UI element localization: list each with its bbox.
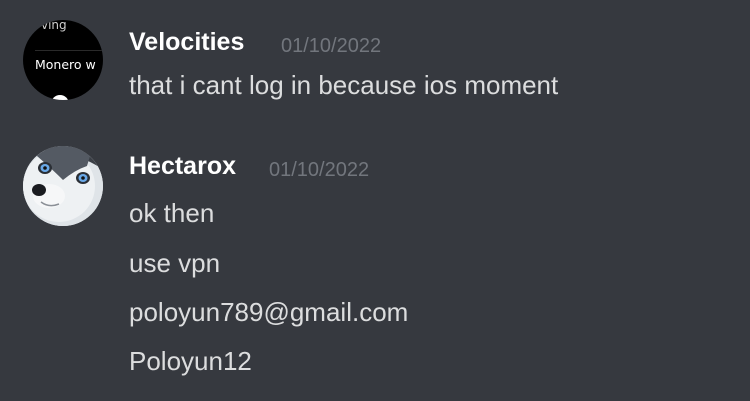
message-text: ok then xyxy=(129,198,215,228)
avatar-caption: Monero w xyxy=(35,57,96,72)
avatar-card-divider xyxy=(35,50,103,51)
message-text: Poloyun12 xyxy=(129,346,252,376)
husky-avatar-icon xyxy=(23,146,103,226)
timestamp: 01/10/2022 xyxy=(269,159,370,181)
message-text: use vpn xyxy=(129,248,221,278)
username[interactable]: Hectarox xyxy=(129,152,236,181)
message-text: that i cant log in because ios moment xyxy=(129,70,559,100)
message-text: poloyun789@gmail.com xyxy=(129,297,409,327)
avatar[interactable] xyxy=(23,146,103,226)
avatar[interactable]: ving Monero w xyxy=(23,20,103,100)
avatar-caption-top: ving xyxy=(41,20,67,32)
timestamp: 01/10/2022 xyxy=(281,35,382,57)
username[interactable]: Velocities xyxy=(129,28,244,57)
avatar-toggle-dot-icon xyxy=(51,95,69,100)
